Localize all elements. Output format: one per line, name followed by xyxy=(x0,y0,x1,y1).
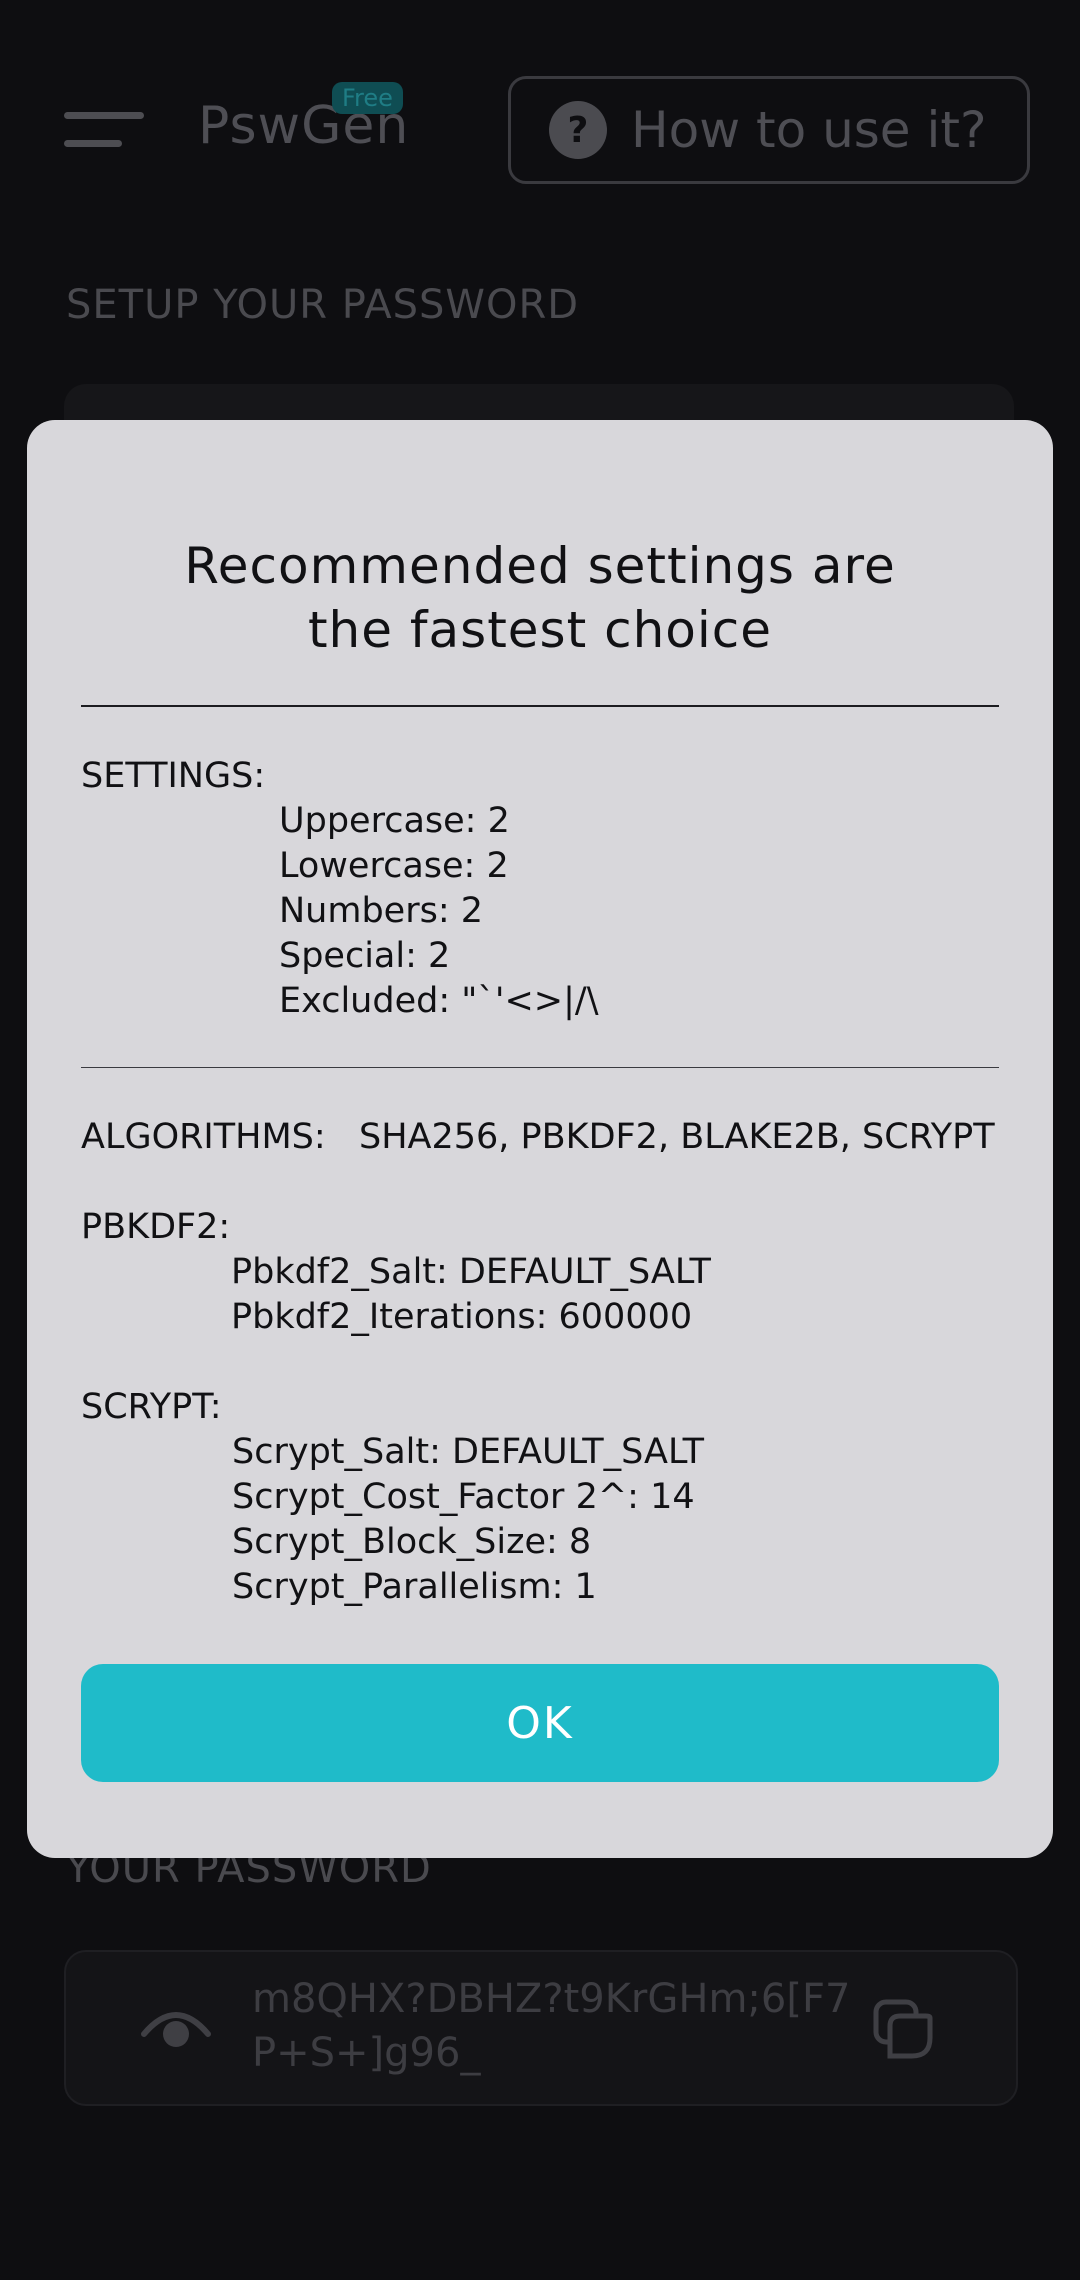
title-divider xyxy=(81,705,999,707)
ok-button[interactable]: OK xyxy=(81,1664,999,1782)
setting-excluded: Excluded: "`'<>|/\ xyxy=(279,981,599,1021)
help-question-icon: ? xyxy=(549,101,607,159)
scrypt-cost-factor: Scrypt_Cost_Factor 2^: 14 xyxy=(232,1477,695,1517)
generated-password: m8QHX?DBHZ?t9KrGHm;6[F7P+S+]g96_ xyxy=(252,1976,851,2076)
eye-icon[interactable] xyxy=(140,2002,212,2052)
dialog-title-line-1: Recommended settings are xyxy=(184,537,896,595)
how-to-use-button[interactable]: ? How to use it? xyxy=(508,76,1030,184)
algorithms-value: SHA256, PBKDF2, BLAKE2B, SCRYPT xyxy=(359,1117,995,1157)
copy-icon[interactable] xyxy=(872,1998,934,2060)
setting-special: Special: 2 xyxy=(279,936,451,976)
scrypt-salt: Scrypt_Salt: DEFAULT_SALT xyxy=(232,1432,705,1472)
recommended-settings-dialog: Recommended settings are the fastest cho… xyxy=(27,420,1053,1858)
setup-section-label: SETUP YOUR PASSWORD xyxy=(66,282,580,328)
scrypt-block-size: Scrypt_Block_Size: 8 xyxy=(232,1522,592,1562)
free-badge: Free xyxy=(332,82,403,114)
algorithms-heading: ALGORITHMS: xyxy=(81,1117,326,1157)
settings-divider xyxy=(81,1067,999,1068)
pbkdf2-iterations: Pbkdf2_Iterations: 600000 xyxy=(231,1297,693,1337)
scrypt-heading: SCRYPT: xyxy=(81,1387,222,1427)
how-to-use-label: How to use it? xyxy=(631,101,987,159)
dialog-title-line-2: the fastest choice xyxy=(307,601,773,659)
setting-uppercase: Uppercase: 2 xyxy=(279,801,510,841)
settings-heading: SETTINGS: xyxy=(81,756,266,796)
hamburger-menu-icon[interactable] xyxy=(64,112,144,152)
setting-lowercase: Lowercase: 2 xyxy=(279,846,509,886)
setting-numbers: Numbers: 2 xyxy=(279,891,484,931)
dialog-title: Recommended settings are the fastest cho… xyxy=(27,534,1053,662)
scrypt-parallelism: Scrypt_Parallelism: 1 xyxy=(232,1567,597,1607)
pbkdf2-heading: PBKDF2: xyxy=(81,1207,231,1247)
pbkdf2-salt: Pbkdf2_Salt: DEFAULT_SALT xyxy=(231,1252,711,1292)
